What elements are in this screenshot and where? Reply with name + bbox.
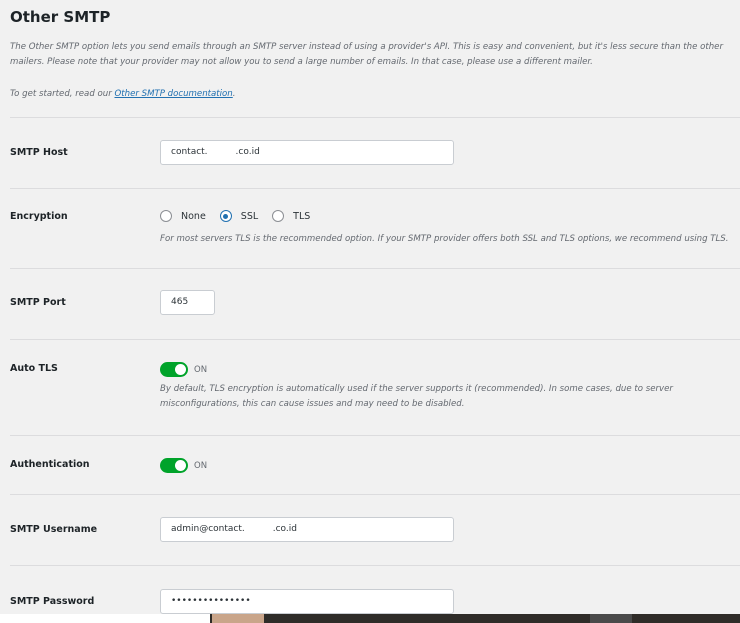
toggle-switch-icon[interactable]: [160, 458, 188, 473]
divider: [10, 494, 740, 495]
smtp-documentation-link[interactable]: Other SMTP documentation: [114, 89, 232, 99]
radio-tls-label: TLS: [293, 210, 311, 222]
getting-started-text: To get started, read our Other SMTP docu…: [10, 87, 235, 102]
auto-tls-help-text: By default, TLS encryption is automatica…: [160, 384, 673, 409]
smtp-host-label: SMTP Host: [10, 147, 68, 158]
getting-started-suffix: .: [232, 89, 236, 99]
toggle-switch-icon[interactable]: [160, 362, 188, 377]
radio-ssl-label: SSL: [240, 210, 259, 222]
authentication-label: Authentication: [10, 459, 90, 470]
section-description: The Other SMTP option lets you send emai…: [10, 42, 723, 67]
smtp-host-input[interactable]: contact. .co.id: [160, 140, 454, 165]
encryption-label: Encryption: [10, 211, 68, 222]
auto-tls-state: ON: [194, 364, 208, 375]
smtp-username-value-end: .co.id: [272, 524, 297, 534]
radio-ssl-checked-icon[interactable]: [219, 210, 232, 222]
smtp-username-input[interactable]: admin@contact. .co.id: [160, 517, 454, 542]
encryption-radio-group: None SSL TLS: [160, 210, 324, 222]
encryption-option-ssl[interactable]: SSL: [219, 210, 259, 222]
radio-none-icon[interactable]: [160, 210, 172, 222]
radio-tls-icon[interactable]: [272, 210, 285, 222]
divider: [10, 117, 740, 118]
authentication-state: ON: [194, 460, 208, 471]
taskbar-item: [590, 614, 632, 623]
getting-started-prefix: To get started, read our: [10, 89, 115, 99]
smtp-password-input[interactable]: •••••••••••••••: [160, 589, 454, 614]
encryption-help-text: For most servers TLS is the recommended …: [160, 234, 729, 244]
taskbar-strip: [0, 614, 740, 623]
smtp-username-value-start: admin@contact.: [171, 524, 245, 534]
divider: [10, 339, 740, 340]
auto-tls-label: Auto TLS: [10, 363, 58, 374]
thumbnail-image: [212, 614, 264, 623]
radio-none-label: None: [181, 210, 206, 222]
smtp-port-label: SMTP Port: [10, 297, 66, 308]
encryption-option-tls[interactable]: TLS: [272, 210, 310, 222]
smtp-password-label: SMTP Password: [10, 596, 95, 607]
section-title: Other SMTP: [10, 8, 111, 26]
divider: [10, 188, 740, 189]
authentication-toggle[interactable]: ON: [160, 458, 207, 473]
smtp-username-label: SMTP Username: [10, 524, 98, 535]
divider: [10, 565, 740, 566]
auto-tls-toggle[interactable]: ON: [160, 362, 207, 377]
taskbar-blank: [0, 614, 210, 623]
smtp-port-input[interactable]: 465: [160, 290, 215, 315]
smtp-host-value-end: .co.id: [235, 147, 260, 157]
divider: [10, 435, 740, 436]
divider: [10, 268, 740, 269]
settings-page: Other SMTP The Other SMTP option lets yo…: [0, 0, 740, 623]
encryption-option-none[interactable]: None: [160, 210, 206, 222]
smtp-host-value-start: contact.: [171, 147, 208, 157]
